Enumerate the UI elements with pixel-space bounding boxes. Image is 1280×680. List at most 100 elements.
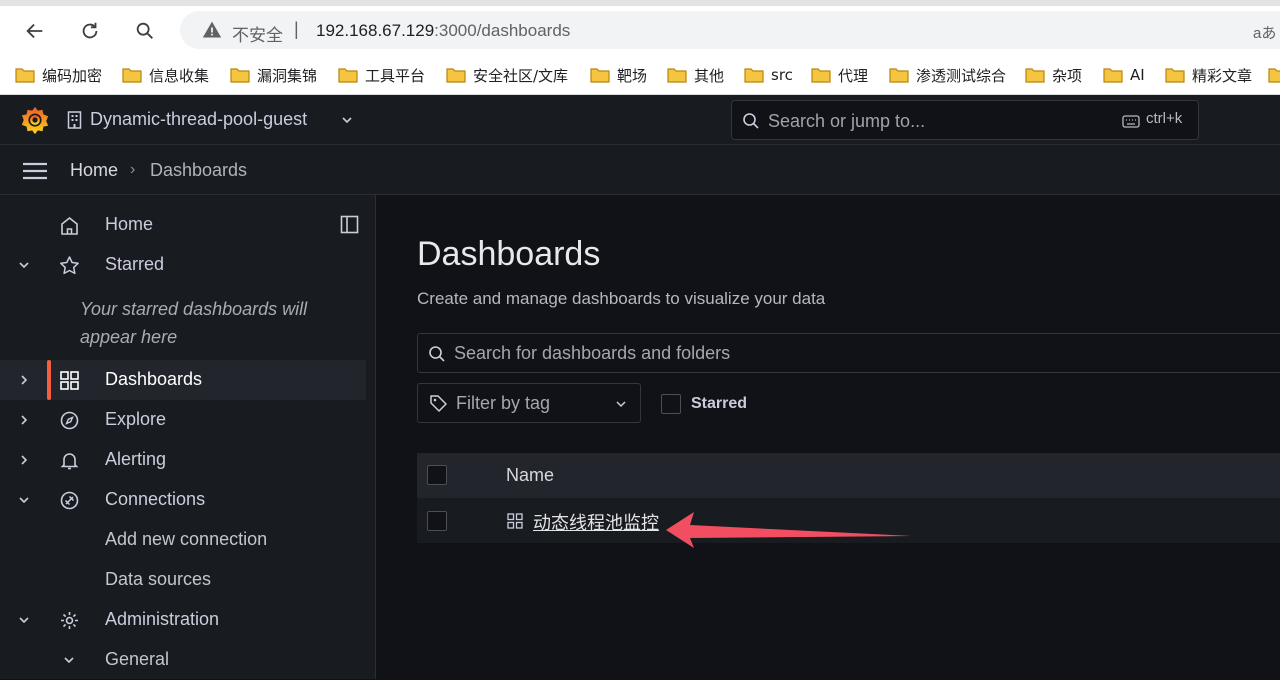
sidebar-item-administration[interactable]: Administration xyxy=(0,600,366,640)
sidebar-item-alerting[interactable]: Alerting xyxy=(0,440,366,480)
sidebar-item-explore[interactable]: Explore xyxy=(0,400,366,440)
apps-icon xyxy=(507,513,523,529)
bookmark-item[interactable]: 编码加密 xyxy=(15,62,102,88)
grafana-topbar: Dynamic-thread-pool-guest Search or jump… xyxy=(0,95,1280,145)
url-text[interactable]: 192.168.67.129:3000/dashboards xyxy=(316,21,570,41)
folder-icon xyxy=(590,67,610,83)
bookmark-item[interactable]: 代理 xyxy=(811,62,868,88)
bookmark-item[interactable]: 信息收集 xyxy=(122,62,209,88)
breadcrumb-home[interactable]: Home xyxy=(70,160,118,181)
row-checkbox[interactable] xyxy=(427,511,447,531)
chevron-right-icon[interactable] xyxy=(17,453,31,467)
bookmark-label: src xyxy=(771,66,793,84)
search-icon xyxy=(743,113,759,129)
search-tab-button[interactable] xyxy=(130,16,160,46)
warning-icon[interactable] xyxy=(202,20,222,40)
starred-checkbox[interactable] xyxy=(661,394,681,414)
bookmark-item[interactable]: 安全社区/文库 xyxy=(446,62,568,88)
sidebar-item-data-sources[interactable]: Data sources xyxy=(0,560,366,600)
chevron-down-icon[interactable] xyxy=(17,493,31,507)
folder-icon xyxy=(811,67,831,83)
tag-filter-select[interactable]: Filter by tag xyxy=(417,383,641,423)
link-icon xyxy=(60,491,79,510)
bookmark-label: 工具平台 xyxy=(365,66,426,85)
dashboard-search-input[interactable]: Search for dashboards and folders xyxy=(417,333,1280,373)
dock-menu-icon[interactable] xyxy=(340,215,359,234)
bell-icon xyxy=(60,453,79,470)
dashboard-search-placeholder: Search for dashboards and folders xyxy=(454,343,731,363)
sidebar-item-label: Add new connection xyxy=(105,529,268,549)
tag-icon xyxy=(430,395,447,412)
bookmark-item[interactable]: 渗透测试综合 xyxy=(889,62,1006,88)
chevron-right-icon[interactable] xyxy=(17,373,31,387)
sidebar-item-starred[interactable]: Starred xyxy=(0,245,366,285)
org-switcher[interactable]: Dynamic-thread-pool-guest xyxy=(90,109,307,130)
sidebar-item-add-new-connection[interactable]: Add new connection xyxy=(0,520,366,560)
bookmark-label: 其他 xyxy=(694,66,725,85)
bookmark-label: 杂项 xyxy=(1052,66,1083,85)
reload-button[interactable] xyxy=(75,16,105,46)
folder-icon xyxy=(1165,67,1185,83)
apps-icon xyxy=(60,371,79,390)
home-icon xyxy=(61,216,78,235)
folder-icon[interactable] xyxy=(1268,62,1280,88)
global-search-input[interactable]: Search or jump to... ctrl+k xyxy=(731,100,1199,140)
bookmark-label: 安全社区/文库 xyxy=(473,66,569,85)
bookmark-label: AI xyxy=(1130,66,1145,84)
chevron-down-icon[interactable] xyxy=(17,613,31,627)
sidebar-item-connections[interactable]: Connections xyxy=(0,480,366,520)
star-icon xyxy=(60,256,79,275)
arrow-left-icon xyxy=(26,23,43,39)
global-search-placeholder: Search or jump to... xyxy=(768,111,926,131)
column-header-name[interactable]: Name xyxy=(506,465,554,486)
sidebar-item-dashboards[interactable]: Dashboards xyxy=(0,360,366,400)
chevron-down-icon[interactable] xyxy=(17,258,31,272)
folder-icon xyxy=(446,67,466,83)
sidebar-item-label: Alerting xyxy=(105,449,167,469)
insecure-label[interactable]: 不安全 xyxy=(232,21,283,46)
folder-icon xyxy=(667,67,687,83)
bookmark-label: 精彩文章 xyxy=(1192,66,1253,85)
sidebar-item-general[interactable]: General xyxy=(0,640,366,680)
breadcrumb: Home › Dashboards xyxy=(0,145,1280,195)
starred-filter[interactable]: Starred xyxy=(661,394,747,414)
translate-icon[interactable]: aあ xyxy=(1253,22,1276,43)
results-table-header: Name xyxy=(417,453,1280,498)
grafana-logo-icon[interactable] xyxy=(20,105,50,135)
sidebar-item-label: Administration xyxy=(105,609,220,629)
chevron-right-icon[interactable] xyxy=(17,413,31,427)
bookmark-label: 靶场 xyxy=(617,66,648,85)
reload-icon xyxy=(82,22,98,39)
bookmark-item[interactable]: 工具平台 xyxy=(338,62,425,88)
bookmark-item[interactable]: 精彩文章 xyxy=(1165,62,1252,88)
page-title: Dashboards xyxy=(417,235,601,273)
breadcrumb-current: Dashboards xyxy=(150,160,248,180)
bookmark-item[interactable]: 靶场 xyxy=(590,62,647,88)
address-separator: | xyxy=(294,19,299,39)
menu-icon[interactable] xyxy=(22,161,48,181)
folder-icon xyxy=(15,67,35,83)
sidebar-item-label: Data sources xyxy=(105,569,212,589)
shortcut-hint: ctrl+k xyxy=(1146,110,1183,127)
folder-icon xyxy=(230,67,250,83)
bookmark-label: 代理 xyxy=(838,66,869,85)
search-icon xyxy=(136,22,153,39)
bookmark-item[interactable]: src xyxy=(744,62,793,88)
bookmark-label: 编码加密 xyxy=(42,66,103,85)
sidebar-item-home[interactable]: Home xyxy=(0,205,366,245)
browser-toolbar: 不安全 | 192.168.67.129:3000/dashboards aあ xyxy=(0,0,1280,58)
bookmark-item[interactable]: 其他 xyxy=(667,62,724,88)
bookmark-item[interactable]: 杂项 xyxy=(1025,62,1082,88)
url-host: 192.168.67.129 xyxy=(316,21,435,40)
sidebar-item-label: Home xyxy=(105,214,154,234)
chevron-down-icon[interactable] xyxy=(62,653,76,667)
select-all-checkbox[interactable] xyxy=(427,465,447,485)
building-icon xyxy=(67,111,82,129)
bookmark-item[interactable]: 漏洞集锦 xyxy=(230,62,317,88)
bookmark-item[interactable]: AI xyxy=(1103,62,1145,88)
chevron-down-icon[interactable] xyxy=(340,113,354,127)
back-button[interactable] xyxy=(20,16,50,46)
search-icon xyxy=(429,346,445,362)
dashboard-link[interactable]: 动态线程池监控 xyxy=(533,509,659,535)
address-bar[interactable]: 不安全 | 192.168.67.129:3000/dashboards aあ xyxy=(180,11,1280,49)
